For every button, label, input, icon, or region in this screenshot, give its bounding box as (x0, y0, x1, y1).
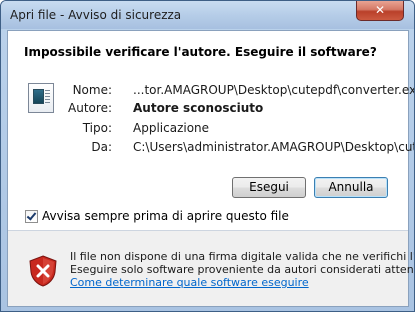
dialog-upper-section: Impossibile verificare l'autore. Eseguir… (8, 31, 414, 203)
close-button[interactable]: ✕ (356, 1, 404, 21)
security-warning-window: Apri file - Avviso di sicurezza ✕ Imposs… (0, 0, 415, 312)
always-warn-label[interactable]: Avvisa sempre prima di aprire questo fil… (42, 209, 289, 223)
from-value: C:\Users\administrator.AMAGROUP\Desktop\… (133, 140, 415, 154)
dialog-heading: Impossibile verificare l'autore. Eseguir… (24, 45, 377, 59)
warning-section: Il file non dispone di una firma digital… (8, 231, 414, 306)
from-label: Da: (91, 140, 112, 154)
warning-line-1: Il file non dispone di una firma digital… (70, 250, 414, 263)
always-warn-checkbox[interactable] (25, 210, 38, 223)
name-label: Nome: (72, 83, 112, 97)
title-bar[interactable]: Apri file - Avviso di sicurezza ✕ (1, 1, 414, 29)
type-label: Tipo: (82, 121, 112, 135)
help-link[interactable]: Come determinare quale software eseguire (70, 276, 414, 289)
type-value: Applicazione (133, 121, 210, 135)
warning-line-2: Eseguire solo software proveniente da au… (70, 263, 415, 276)
dialog-content: Impossibile verificare l'autore. Eseguir… (7, 30, 414, 307)
author-label: Autore: (68, 101, 112, 115)
warning-message: Il file non dispone di una firma digital… (70, 250, 415, 289)
author-value: Autore sconosciuto (133, 101, 264, 115)
window-title: Apri file - Avviso di sicurezza (10, 8, 182, 22)
shield-error-icon (29, 255, 57, 287)
run-button[interactable]: Esegui (232, 177, 306, 198)
cancel-button[interactable]: Annulla (314, 177, 388, 198)
name-value: ...tor.AMAGROUP\Desktop\cutepdf\converte… (133, 83, 415, 97)
close-icon: ✕ (374, 3, 386, 17)
